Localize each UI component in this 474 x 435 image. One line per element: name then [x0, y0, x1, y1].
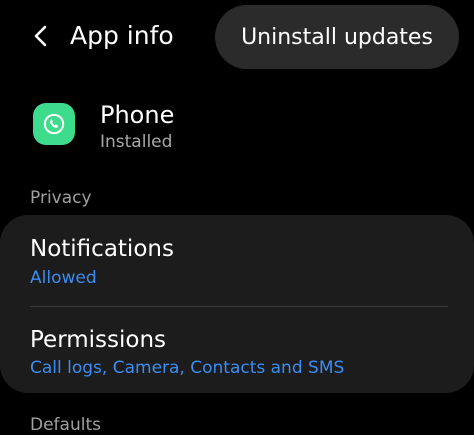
app-status: Installed — [100, 132, 173, 152]
section-header-privacy: Privacy — [30, 188, 92, 208]
notifications-status: Allowed — [30, 268, 97, 288]
app-info-screen: App info Uninstall updates Phone Install… — [0, 0, 474, 435]
chevron-left-icon — [34, 25, 47, 47]
back-button[interactable] — [24, 18, 58, 54]
page-title: App info — [70, 21, 174, 50]
uninstall-updates-button[interactable]: Uninstall updates — [215, 5, 459, 69]
notifications-row[interactable]: Notifications Allowed — [0, 215, 474, 306]
permissions-title: Permissions — [30, 327, 167, 353]
app-name: Phone — [100, 101, 175, 129]
section-header-defaults: Defaults — [30, 415, 101, 435]
privacy-card: Notifications Allowed Permissions Call l… — [0, 215, 474, 393]
phone-icon — [33, 103, 75, 145]
permissions-list: Call logs, Camera, Contacts and SMS — [30, 358, 345, 378]
permissions-row[interactable]: Permissions Call logs, Camera, Contacts … — [0, 307, 474, 393]
notifications-title: Notifications — [30, 236, 174, 262]
